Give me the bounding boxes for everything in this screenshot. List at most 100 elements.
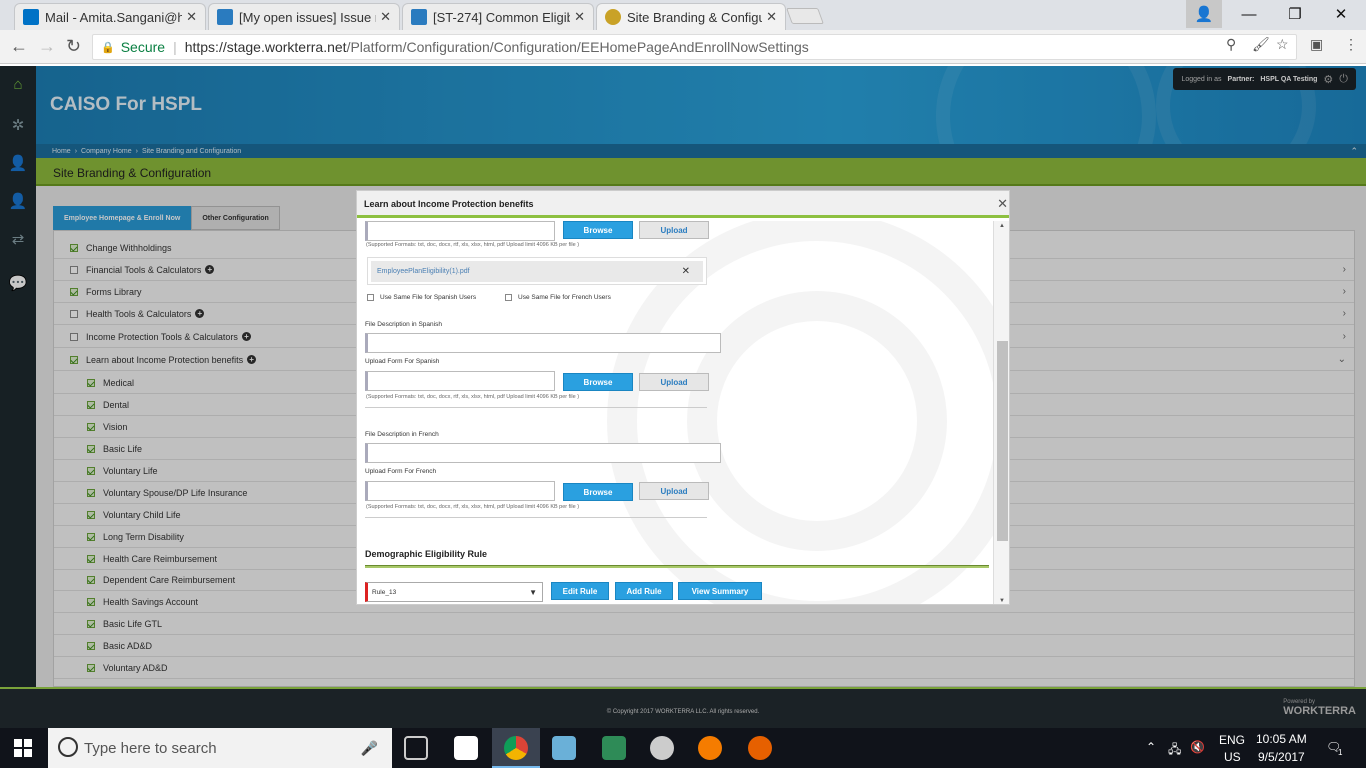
address-bar[interactable]: 🔒 Secure | https://stage.workterra.net/P… (92, 34, 1297, 60)
scroll-up-icon[interactable]: ▲ (999, 223, 1005, 229)
modal-title: Learn about Income Protection benefits (364, 199, 534, 209)
url-path: /Platform/Configuration/Configuration/EE… (346, 39, 809, 55)
clock-date[interactable]: 9/5/2017 (1258, 750, 1305, 764)
search-placeholder: Type here to search (84, 739, 217, 757)
english-file-input[interactable] (365, 221, 555, 241)
same-file-french-label: Use Same File for French Users (518, 294, 611, 301)
jira-icon (411, 9, 427, 25)
windows-taskbar: Type here to search 🎤 ⌃ 🖧 🔇 ENG US 10:05… (0, 728, 1366, 768)
browser-tab-site-branding[interactable]: Site Branding & Configur ✕ (596, 3, 786, 30)
bookmark-star-icon[interactable]: ☆ (1276, 36, 1289, 53)
workterra-icon (605, 9, 621, 25)
forward-icon[interactable]: → (38, 36, 56, 57)
outlook-icon (23, 9, 39, 25)
reload-icon[interactable]: ↻ (66, 36, 81, 57)
close-icon[interactable]: ✕ (766, 9, 777, 25)
network-icon[interactable]: 🖧 (1168, 740, 1181, 761)
notepad-icon[interactable] (552, 736, 576, 760)
lock-icon: 🔒 (101, 41, 115, 54)
taskbar-search[interactable]: Type here to search 🎤 (48, 728, 392, 768)
same-file-spanish-label: Use Same File for Spanish Users (380, 294, 477, 301)
upload-french-button[interactable]: Upload (639, 482, 709, 500)
spanish-file-input[interactable] (365, 371, 555, 391)
browse-button[interactable]: Browse (563, 221, 633, 239)
browse-french-button[interactable]: Browse (563, 483, 633, 501)
chrome-taskbar-item[interactable] (492, 728, 540, 768)
rule-heading: Demographic Eligibility Rule (365, 549, 488, 559)
back-icon[interactable]: ← (10, 36, 28, 57)
same-file-french-checkbox[interactable] (505, 294, 512, 301)
secure-label: Secure (120, 39, 166, 55)
supported-formats: (Supported Formats: txt, doc, docx, rtf,… (366, 242, 580, 248)
desc-spanish-input[interactable] (365, 333, 721, 353)
divider (365, 407, 707, 408)
uploaded-file-name[interactable]: EmployeePlanEligibility(1).pdf (371, 261, 703, 282)
extension-icon[interactable]: ▣ (1310, 36, 1323, 53)
cortana-icon (58, 737, 78, 757)
clock-time[interactable]: 10:05 AM (1256, 732, 1307, 746)
modal-dialog: Learn about Income Protection benefits ✕… (356, 190, 1010, 605)
new-tab-button[interactable] (786, 8, 824, 24)
close-icon[interactable]: ✕ (186, 9, 197, 25)
tab-label: [ST-274] Common Eligibi (433, 9, 571, 25)
rule-select[interactable]: Rule_13 ▼ (365, 582, 543, 602)
volume-icon[interactable]: 🔇 (1190, 740, 1205, 754)
address-toolbar: ← → ↻ 🔒 Secure | https://stage.workterra… (0, 30, 1366, 64)
browse-spanish-button[interactable]: Browse (563, 373, 633, 391)
excel-icon[interactable] (602, 736, 626, 760)
region-code[interactable]: US (1224, 750, 1241, 764)
french-file-input[interactable] (365, 481, 555, 501)
close-icon[interactable]: ✕ (997, 196, 1008, 212)
remove-file-icon[interactable]: ✕ (682, 266, 690, 277)
zoom-icon[interactable]: ⚲ (1226, 36, 1236, 53)
upload-button[interactable]: Upload (639, 221, 709, 239)
browser-tab-strip: Mail - Amita.Sangani@ha ✕ [My open issue… (0, 0, 1366, 30)
upload-spanish-button[interactable]: Upload (639, 373, 709, 391)
profile-icon[interactable]: 👤 (1186, 0, 1222, 28)
supported-formats: (Supported Formats: txt, doc, docx, rtf,… (366, 504, 580, 510)
modal-scrollbar[interactable]: ▲ ▼ (993, 221, 1009, 604)
store-icon[interactable] (454, 736, 478, 760)
minimize-icon[interactable]: — (1226, 0, 1272, 28)
menu-icon[interactable]: ⋮ (1344, 36, 1358, 53)
flame-app-icon[interactable] (698, 736, 722, 760)
language-code[interactable]: ENG (1219, 733, 1245, 747)
same-file-spanish[interactable]: Use Same File for Spanish Users (367, 294, 476, 301)
task-view-icon[interactable] (404, 736, 428, 760)
chrome-icon (504, 736, 528, 760)
scroll-down-icon[interactable]: ▼ (999, 598, 1005, 604)
paint-icon[interactable]: 🖌 (1252, 36, 1270, 53)
paint-app-icon[interactable] (650, 736, 674, 760)
tray-chevron-icon[interactable]: ⌃ (1146, 740, 1156, 754)
page-footer: © Copyright 2017 WORKTERRA LLC. All righ… (0, 687, 1366, 728)
powered-by-logo: Powered by WORKTERRA (1283, 699, 1356, 717)
divider (365, 517, 707, 518)
copyright-text: © Copyright 2017 WORKTERRA LLC. All righ… (606, 709, 760, 715)
browser-tab-issues[interactable]: [My open issues] Issue na ✕ (208, 3, 400, 30)
workterra-brand: WORKTERRA (1283, 705, 1356, 717)
same-file-french[interactable]: Use Same File for French Users (505, 294, 611, 301)
watermark (687, 291, 947, 551)
form-french-label: Upload Form For French (365, 468, 437, 475)
supported-formats: (Supported Formats: txt, doc, docx, rtf,… (366, 394, 580, 400)
windows-start-icon[interactable] (14, 739, 32, 757)
restore-icon[interactable]: ❐ (1272, 0, 1318, 28)
add-rule-button[interactable]: Add Rule (615, 582, 673, 600)
tab-label: Mail - Amita.Sangani@ha (45, 9, 183, 25)
same-file-spanish-checkbox[interactable] (367, 294, 374, 301)
scrollbar-thumb[interactable] (997, 341, 1008, 541)
browser-tab-st274[interactable]: [ST-274] Common Eligibi ✕ (402, 3, 594, 30)
jira-icon (217, 9, 233, 25)
close-icon[interactable]: ✕ (574, 9, 585, 25)
edit-rule-button[interactable]: Edit Rule (551, 582, 609, 600)
modal-body: Browse Upload (Supported Formats: txt, d… (357, 221, 993, 604)
view-summary-button[interactable]: View Summary (678, 582, 762, 600)
close-icon[interactable]: ✕ (380, 9, 391, 25)
browser-tab-mail[interactable]: Mail - Amita.Sangani@ha ✕ (14, 3, 206, 30)
microphone-icon[interactable]: 🎤 (361, 740, 378, 757)
firefox-icon[interactable] (748, 736, 772, 760)
url-separator: | (173, 39, 177, 55)
window-close-icon[interactable]: ✕ (1318, 0, 1364, 28)
desc-french-input[interactable] (365, 443, 721, 463)
desc-french-label: File Description in French (365, 431, 439, 438)
